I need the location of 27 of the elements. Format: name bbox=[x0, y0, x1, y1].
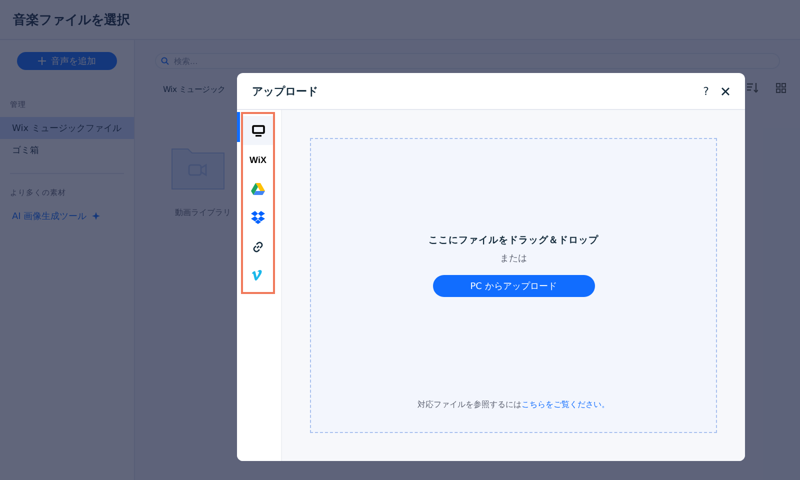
source-tab[interactable]: WiX bbox=[243, 145, 273, 174]
supported-files-note: 対応ファイルを参照するには bbox=[418, 399, 522, 410]
wix-logo: WiX bbox=[250, 154, 266, 164]
sidebar-item[interactable]: Wix ミュージックファイル bbox=[0, 117, 134, 139]
dialog-title: アップロード bbox=[252, 84, 319, 98]
plus-icon bbox=[38, 57, 46, 65]
sparkle-icon bbox=[92, 212, 100, 220]
upload-button[interactable]: PC からアップロード bbox=[432, 275, 594, 297]
help-button[interactable]: ? bbox=[703, 84, 709, 98]
link-icon bbox=[251, 240, 265, 254]
vimeo-icon bbox=[252, 270, 264, 281]
sort-icon[interactable] bbox=[747, 83, 758, 93]
close-button[interactable] bbox=[721, 86, 730, 96]
search-icon bbox=[161, 57, 169, 65]
monitor-icon bbox=[252, 124, 264, 136]
sidebar-item[interactable]: ゴミ箱 bbox=[0, 139, 134, 161]
drive-icon bbox=[251, 182, 265, 194]
or-text: または bbox=[500, 253, 527, 265]
active-tab-indicator bbox=[237, 112, 240, 142]
page-title: 音楽ファイルを選択 bbox=[13, 12, 130, 28]
supported-files-link[interactable]: こちらをご覧ください。 bbox=[522, 399, 610, 410]
close-icon bbox=[721, 86, 730, 96]
drop-zone[interactable]: ここにファイルをドラッグ＆ドロップ または PC からアップロード 対応ファイルを参照するにはこちらをご覧ください。 bbox=[310, 138, 717, 433]
breadcrumb: Wix ミュージック bbox=[163, 84, 226, 95]
dropbox-icon bbox=[251, 211, 265, 224]
grid-icon[interactable] bbox=[776, 83, 786, 93]
drop-heading: ここにファイルをドラッグ＆ドロップ bbox=[428, 234, 598, 247]
